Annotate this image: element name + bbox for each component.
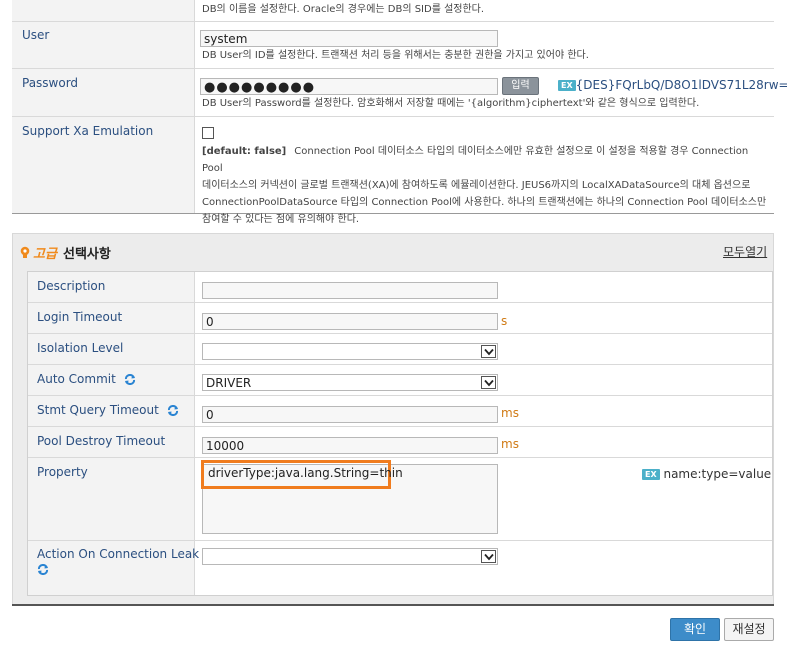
row-divider [12, 68, 774, 69]
property-label: Property [37, 465, 88, 479]
row-divider [28, 364, 772, 365]
advanced-title-em: 고급 [33, 247, 57, 262]
auto-commit-dropdown-button[interactable] [481, 376, 496, 389]
basic-column-divider [194, 0, 195, 214]
password-input[interactable]: ●●●●●●●●● [200, 78, 498, 95]
refresh-icon [124, 374, 135, 385]
reset-button[interactable]: 재설정 [724, 618, 774, 641]
action-on-leak-select[interactable] [202, 548, 498, 565]
top-description: DB의 이름을 설정한다. Oracle의 경우에는 DB의 SID를 설정한다… [202, 4, 485, 15]
password-example-text: {DES}FQrLbQ/D8O1lDVS71L28rw== [575, 78, 787, 92]
stmt-query-timeout-label: Stmt Query Timeout [37, 403, 179, 417]
footer-divider [12, 604, 774, 606]
user-input[interactable]: system [200, 30, 498, 47]
action-on-leak-label-text: Action On Connection Leak [37, 547, 200, 561]
property-example-text: name:type=value [663, 467, 772, 481]
pool-destroy-timeout-input[interactable]: 10000 [202, 437, 498, 454]
chevron-down-icon [484, 348, 494, 356]
chevron-down-icon [484, 379, 494, 387]
row-divider [12, 116, 774, 117]
refresh-icon [167, 405, 178, 416]
auto-commit-value: DRIVER [206, 376, 252, 390]
expand-all-link[interactable]: 모두열기 [723, 243, 767, 260]
pool-destroy-timeout-label: Pool Destroy Timeout [37, 434, 166, 448]
description-input[interactable] [202, 282, 498, 299]
xa-desc-line2: 데이터소스의 커넥션이 글로벌 트랜잭션(XA)에 참여하도록 에뮬레이션한다.… [202, 180, 751, 191]
stmt-query-timeout-label-text: Stmt Query Timeout [37, 403, 159, 417]
row-divider [28, 395, 772, 396]
user-label: User [22, 28, 50, 42]
login-timeout-label: Login Timeout [37, 310, 123, 324]
pool-destroy-timeout-unit: ms [501, 437, 519, 451]
auto-commit-label-text: Auto Commit [37, 372, 116, 386]
login-timeout-unit: s [501, 314, 508, 328]
xa-desc-line3: ConnectionPoolDataSource 타입의 Connection … [202, 197, 767, 208]
description-label: Description [37, 279, 106, 293]
xa-default: [default: false] [202, 146, 287, 157]
isolation-level-label: Isolation Level [37, 341, 124, 355]
stmt-query-timeout-input[interactable]: 0 [202, 406, 498, 423]
ex-badge-icon: EX [642, 469, 660, 480]
row-divider [28, 457, 772, 458]
stmt-query-timeout-unit: ms [501, 406, 519, 420]
row-divider [28, 302, 772, 303]
user-description: DB User의 ID를 설정한다. 트랜잭션 처리 등을 위해서는 충분한 권… [202, 50, 589, 61]
isolation-level-dropdown-button[interactable] [481, 345, 496, 358]
password-description: DB User의 Password를 설정한다. 암호화해서 저장할 때에는 '… [202, 98, 700, 109]
property-example: EX name:type=value [642, 467, 771, 481]
refresh-icon [38, 564, 48, 575]
isolation-level-select[interactable] [202, 343, 498, 360]
password-input-button[interactable]: 입력 [502, 77, 539, 95]
xa-description: [default: false] Connection Pool 데이터소스 타입… [202, 143, 772, 228]
action-on-leak-dropdown-button[interactable] [481, 550, 496, 563]
auto-commit-select[interactable]: DRIVER [202, 374, 498, 391]
row-divider [28, 426, 772, 427]
auto-commit-label: Auto Commit [37, 372, 136, 386]
lightbulb-icon [20, 246, 30, 258]
xa-checkbox[interactable] [202, 127, 214, 139]
ex-badge-icon: EX [558, 80, 576, 91]
password-example: EX {DES}FQrLbQ/D8O1lDVS71L28rw== [558, 78, 787, 92]
xa-label: Support Xa Emulation [22, 124, 154, 138]
confirm-button[interactable]: 확인 [670, 618, 720, 641]
row-divider [28, 540, 772, 541]
row-divider [28, 333, 772, 334]
row-divider [12, 21, 774, 22]
chevron-down-icon [484, 553, 494, 561]
password-label: Password [22, 76, 79, 90]
login-timeout-input[interactable]: 0 [202, 313, 498, 330]
xa-desc-line4: 참여할 수 있다는 점에 유의해야 한다. [202, 214, 360, 225]
action-on-leak-label: Action On Connection Leak [37, 547, 200, 578]
property-value: driverType:java.lang.String=thin [208, 466, 403, 480]
advanced-title: 선택사항 [63, 247, 111, 262]
